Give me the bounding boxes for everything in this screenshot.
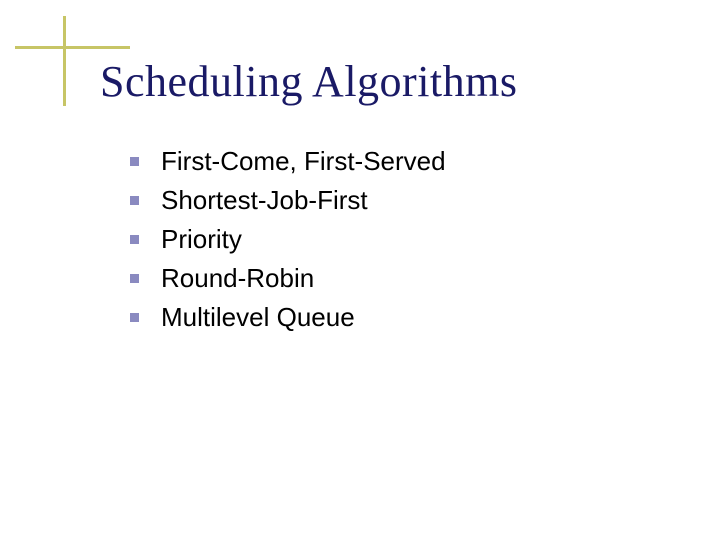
decoration-vertical-bar <box>63 16 66 106</box>
slide-title: Scheduling Algorithms <box>100 56 518 107</box>
list-item-text: Shortest-Job-First <box>161 185 368 216</box>
decoration-horizontal-bar <box>15 46 130 49</box>
square-bullet-icon <box>130 235 139 244</box>
list-item: Multilevel Queue <box>130 302 446 333</box>
slide-content: First-Come, First-Served Shortest-Job-Fi… <box>130 146 446 341</box>
square-bullet-icon <box>130 157 139 166</box>
square-bullet-icon <box>130 274 139 283</box>
list-item-text: Multilevel Queue <box>161 302 355 333</box>
list-item: Round-Robin <box>130 263 446 294</box>
square-bullet-icon <box>130 313 139 322</box>
list-item-text: Round-Robin <box>161 263 314 294</box>
list-item-text: First-Come, First-Served <box>161 146 446 177</box>
list-item: Shortest-Job-First <box>130 185 446 216</box>
list-item-text: Priority <box>161 224 242 255</box>
list-item: First-Come, First-Served <box>130 146 446 177</box>
list-item: Priority <box>130 224 446 255</box>
square-bullet-icon <box>130 196 139 205</box>
